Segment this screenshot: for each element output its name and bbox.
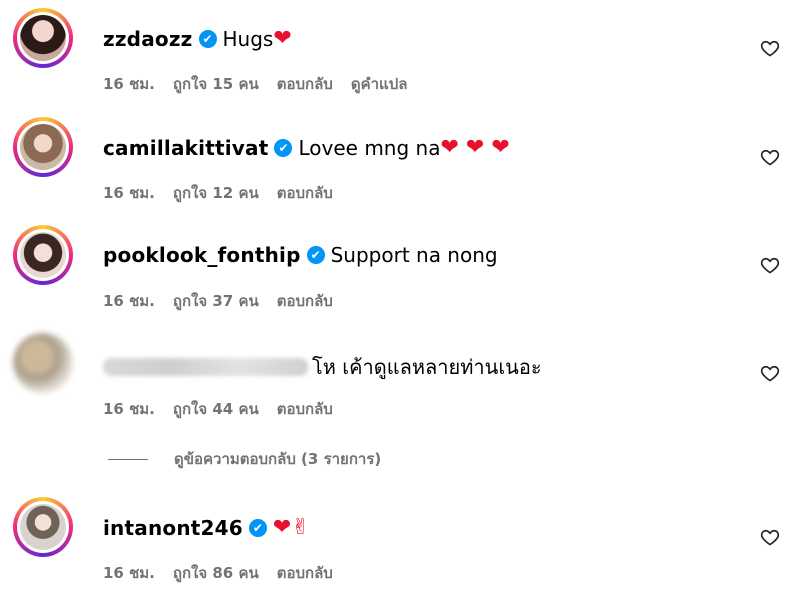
translate-button[interactable]: ดูคำแปล [351,72,408,96]
comment-time: 16 ชม. [103,564,155,582]
likes-count[interactable]: ถูกใจ 86 คน [173,561,259,585]
verified-badge-icon: ✔ [248,518,267,537]
likes-count[interactable]: ถูกใจ 37 คน [173,289,259,313]
avatar[interactable] [13,497,73,557]
verified-badge-icon: ✔ [198,29,217,48]
comment-username[interactable]: pooklook_fonthip [103,243,301,267]
comment-time: 16 ชม. [103,184,155,202]
reply-button[interactable]: ตอบกลับ [277,72,333,96]
reply-button[interactable]: ตอบกลับ [277,289,333,313]
heart-outline-icon[interactable] [760,38,780,58]
heart-outline-icon[interactable] [760,527,780,547]
avatar[interactable] [13,225,73,285]
comment-item: intanont246 ✔ ❤✌ 16 ชม. ถูกใจ 86 คน ตอบก… [0,497,800,597]
verified-badge-icon: ✔ [274,138,293,157]
heart-emoji: ❤ ❤ ❤ [440,135,510,160]
comment-text: Hugs [222,26,274,51]
comment-text: Support na nong [330,243,498,267]
comment-username[interactable]: intanont246 [103,516,243,540]
comment-text: โห เค้าดูแลหลายท่านเนอะ [312,355,542,379]
comment-item: pooklook_fonthip ✔ Support na nong 16 ชม… [0,225,800,325]
avatar[interactable] [13,117,73,177]
reply-button[interactable]: ตอบกลับ [277,561,333,585]
blurred-username [103,358,308,376]
comment-time: 16 ชม. [103,400,155,418]
comment-item: โห เค้าดูแลหลายท่านเนอะ 16 ชม. ถูกใจ 44 … [0,333,800,433]
view-replies-button[interactable]: ดูข้อความตอบกลับ (3 รายการ) [108,447,381,471]
comment-username[interactable]: zzdaozz [103,27,193,51]
heart-emoji: ❤✌ [272,515,310,540]
heart-emoji: ❤ [273,26,292,51]
reply-button[interactable]: ตอบกลับ [277,181,333,205]
reply-button[interactable]: ตอบกลับ [277,397,333,421]
comment-text: Lovee mng na [298,135,441,160]
comment-item: zzdaozz ✔ Hugs ❤ 16 ชม. ถูกใจ 15 คน ตอบก… [0,8,800,108]
likes-count[interactable]: ถูกใจ 12 คน [173,181,259,205]
likes-count[interactable]: ถูกใจ 15 คน [173,72,259,96]
comment-item: camillakittivat ✔ Lovee mng na ❤ ❤ ❤ 16 … [0,117,800,217]
heart-outline-icon[interactable] [760,363,780,383]
avatar[interactable] [13,333,73,393]
heart-outline-icon[interactable] [760,147,780,167]
comment-time: 16 ชม. [103,292,155,310]
likes-count[interactable]: ถูกใจ 44 คน [173,397,259,421]
heart-outline-icon[interactable] [760,255,780,275]
comment-time: 16 ชม. [103,75,155,93]
avatar[interactable] [13,8,73,68]
replies-divider [108,458,148,460]
view-replies-label: ดูข้อความตอบกลับ (3 รายการ) [174,450,382,468]
comment-username[interactable]: camillakittivat [103,136,268,160]
verified-badge-icon: ✔ [306,246,325,264]
